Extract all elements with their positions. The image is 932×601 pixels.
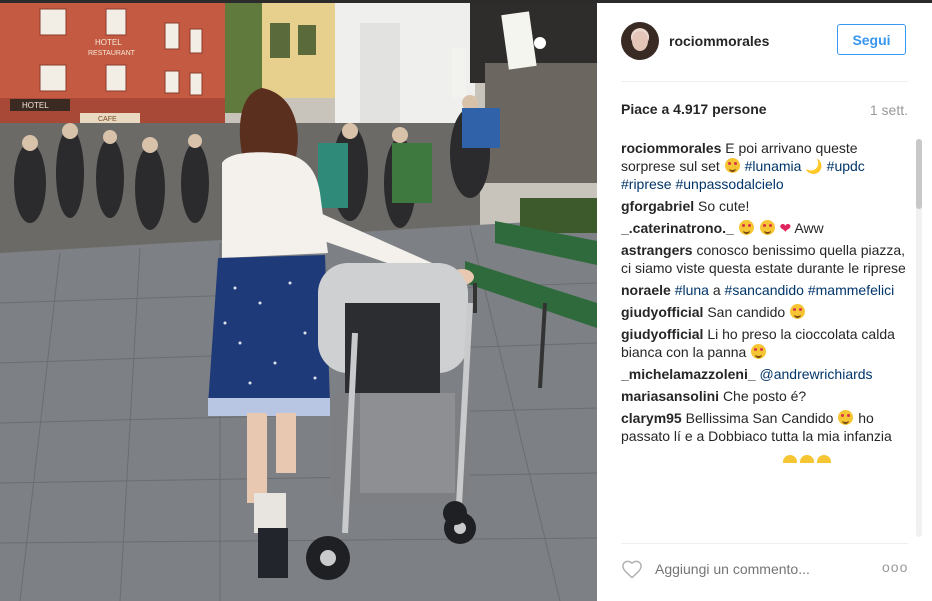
comment-text: So cute! (698, 198, 750, 214)
svg-text:RESTAURANT: RESTAURANT (88, 50, 136, 57)
heart-eyes-emoji-icon (759, 220, 775, 235)
red-heart-emoji-icon: ❤ (779, 220, 792, 236)
partial-comment-item (621, 449, 906, 467)
hashtag-link[interactable]: #riprese (621, 176, 672, 192)
heart-eyes-emoji-icon (790, 304, 806, 319)
svg-text:CAFE: CAFE (98, 116, 117, 123)
comment-username[interactable]: astrangers (621, 242, 693, 258)
comment-username[interactable]: _michelamazzoleni_ (621, 366, 756, 382)
hashtag-link[interactable]: #luna (675, 282, 709, 298)
comment-text: a (712, 282, 721, 298)
comment-username[interactable]: giudyofficial (621, 304, 703, 320)
avatar[interactable] (621, 22, 659, 60)
post-photo[interactable]: HOTEL RESTAURANT HOTEL CAFE (0, 3, 597, 601)
comment-username[interactable]: clarym95 (621, 410, 682, 426)
comment-item: clarym95 Bellissima San Candido ho passa… (621, 409, 906, 445)
comment-input[interactable] (655, 559, 875, 579)
mention-link[interactable]: @andrewrichiards (760, 366, 873, 382)
hashtag-link[interactable]: #unpassodalcielo (675, 176, 783, 192)
comment-username[interactable]: mariasansolini (621, 388, 719, 404)
post-author-username[interactable]: rociommorales (669, 33, 769, 49)
follow-button[interactable]: Segui (837, 24, 906, 55)
comments-scrollbar[interactable] (916, 139, 922, 537)
post-details-panel: rociommorales Segui Piace a 4.917 person… (597, 3, 932, 601)
footer-divider (621, 543, 908, 544)
likes-count[interactable]: Piace a 4.917 persone (621, 101, 767, 117)
comment-text: Bellissima San Candido (685, 410, 834, 426)
hashtag-link[interactable]: #lunamia (745, 158, 802, 174)
heart-eyes-emoji-icon (783, 455, 797, 463)
heart-eyes-emoji-icon (817, 455, 831, 463)
comment-username[interactable]: noraele (621, 282, 671, 298)
comment-item: _.caterinatrono._ ❤ Aww (621, 219, 906, 237)
heart-eyes-emoji-icon (724, 158, 740, 173)
comment-item: giudyofficial Li ho preso la cioccolata … (621, 325, 906, 361)
comments-list: rociommorales E poi arrivano queste sorp… (621, 139, 906, 537)
heart-eyes-emoji-icon (800, 455, 814, 463)
heart-outline-icon[interactable] (621, 559, 643, 579)
comment-item: _michelamazzoleni_ @andrewrichiards (621, 365, 906, 383)
post-header: rociommorales Segui (597, 3, 932, 81)
comment-username[interactable]: _.caterinatrono._ (621, 220, 734, 236)
hashtag-link[interactable]: #mammefelici (808, 282, 894, 298)
heart-eyes-emoji-icon (738, 220, 754, 235)
comment-item: rociommorales E poi arrivano queste sorp… (621, 139, 906, 193)
header-divider (621, 81, 908, 82)
heart-eyes-emoji-icon (838, 410, 854, 425)
comment-text: Che posto é? (722, 388, 807, 404)
comment-text: San candido (707, 304, 786, 320)
comment-username[interactable]: rociommorales (621, 140, 721, 156)
scrollbar-thumb[interactable] (916, 139, 922, 209)
hashtag-link[interactable]: #updc (827, 158, 865, 174)
hotel-sign: HOTEL (95, 38, 122, 47)
svg-text:HOTEL: HOTEL (22, 101, 49, 110)
hashtag-link[interactable]: #sancandido (725, 282, 804, 298)
comment-username[interactable]: giudyofficial (621, 326, 703, 342)
heart-eyes-emoji-icon (751, 344, 767, 359)
crescent-moon-emoji-icon: 🌙 (805, 158, 823, 174)
comment-item: giudyofficial San candido (621, 303, 906, 321)
comment-text: Aww (794, 220, 824, 236)
more-options-button[interactable]: ooo (882, 559, 908, 575)
comment-item: mariasansolini Che posto é? (621, 387, 906, 405)
comment-item: gforgabriel So cute! (621, 197, 906, 215)
comment-item: astrangers conosco benissimo quella piaz… (621, 241, 906, 277)
post-time[interactable]: 1 sett. (870, 102, 908, 118)
comment-username[interactable]: gforgabriel (621, 198, 694, 214)
comment-item: noraele #luna a #sancandido #mammefelici (621, 281, 906, 299)
